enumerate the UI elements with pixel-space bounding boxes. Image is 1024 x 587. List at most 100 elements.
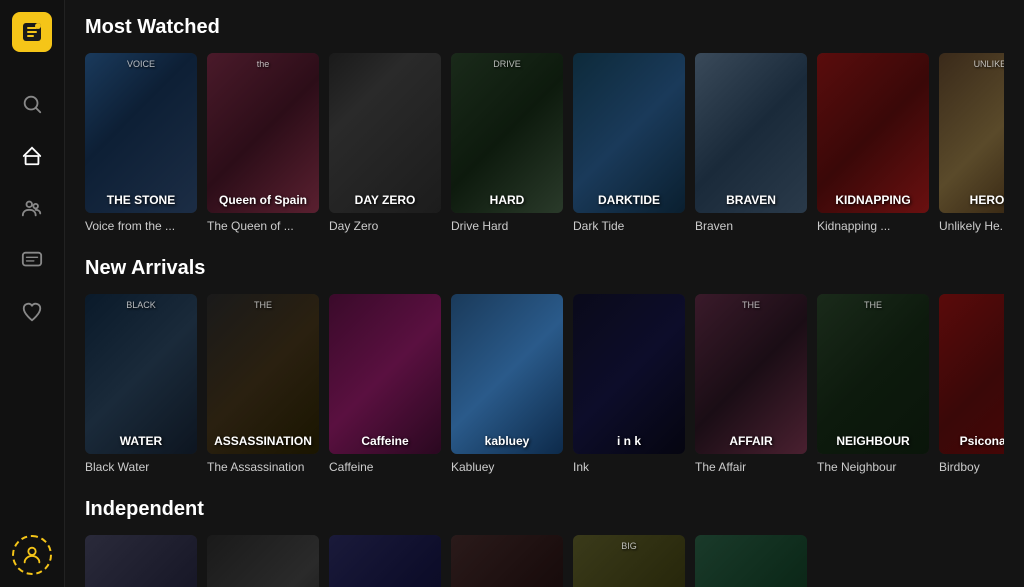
movie-poster-birdboy: Psiconautas: [939, 294, 1004, 454]
movie-poster-ind5: BIGMEETS BIGGER: [573, 535, 685, 587]
movie-poster-blackwater: BLACK WATER: [85, 294, 197, 454]
movie-card-ind2[interactable]: ...: [207, 535, 319, 587]
poster-bottom-label-queen: Queen of Spain: [207, 193, 319, 207]
section-title-independent: Independent: [85, 498, 1004, 521]
app-logo[interactable]: [12, 12, 52, 52]
movie-poster-affair: THE AFFAIR: [695, 294, 807, 454]
poster-bottom-label-dayzero: DAY ZERO: [329, 193, 441, 207]
movie-poster-ind6: [695, 535, 807, 587]
movie-card-unlikely[interactable]: UNLIKELYHEROES Unlikely He...: [939, 53, 1004, 233]
movie-poster-voice: VOICE THE STONE: [85, 53, 197, 213]
poster-bottom-label-voice: THE STONE: [85, 193, 197, 207]
movie-poster-braven: BRAVEN: [695, 53, 807, 213]
poster-bottom-label-ink: i n k: [573, 434, 685, 448]
movie-card-blackwater[interactable]: BLACK WATER Black Water: [85, 294, 197, 474]
movie-title-drivehard: Drive Hard: [451, 219, 563, 233]
poster-top-label-drivehard: DRIVE: [451, 59, 563, 69]
poster-bottom-label-darktide: DARKTIDE: [573, 193, 685, 207]
movie-poster-assassination: THE ASSASSINATION: [207, 294, 319, 454]
user-avatar[interactable]: [12, 535, 52, 575]
section-most-watched: Most Watched VOICE THE STONE Voice from the…: [85, 16, 1004, 233]
poster-top-label-voice: VOICE: [85, 59, 197, 69]
poster-bottom-label-braven: BRAVEN: [695, 193, 807, 207]
movie-poster-ind3: [329, 535, 441, 587]
movie-card-voice[interactable]: VOICE THE STONE Voice from the ...: [85, 53, 197, 233]
poster-bottom-label-kabluey: kabluey: [451, 434, 563, 448]
heart-icon[interactable]: [10, 290, 54, 334]
movie-poster-ind4: [451, 535, 563, 587]
movie-title-birdboy: Birdboy: [939, 460, 1004, 474]
movie-card-affair[interactable]: THE AFFAIR The Affair: [695, 294, 807, 474]
movie-card-kabluey[interactable]: kabluey Kabluey: [451, 294, 563, 474]
movie-poster-drivehard: DRIVE HARD: [451, 53, 563, 213]
movie-title-kabluey: Kabluey: [451, 460, 563, 474]
movie-card-kidnapping[interactable]: KIDNAPPING Kidnapping ...: [817, 53, 929, 233]
movie-title-kidnapping: Kidnapping ...: [817, 219, 929, 233]
movie-title-caffeine: Caffeine: [329, 460, 441, 474]
movie-poster-ink: i n k: [573, 294, 685, 454]
movie-poster-ind1: UNBROKEN: [85, 535, 197, 587]
movie-card-caffeine[interactable]: Caffeine Caffeine: [329, 294, 441, 474]
poster-bottom-label-drivehard: HARD: [451, 193, 563, 207]
poster-bottom-label-assassination: ASSASSINATION: [207, 434, 319, 448]
main-content: Most Watched VOICE THE STONE Voice from the…: [65, 0, 1024, 587]
home-icon[interactable]: [10, 134, 54, 178]
sidebar: [0, 0, 65, 587]
movie-card-dayzero[interactable]: DAY ZERO Day Zero: [329, 53, 441, 233]
poster-bottom-label-caffeine: Caffeine: [329, 434, 441, 448]
movie-poster-queen: the Queen of Spain: [207, 53, 319, 213]
movie-card-birdboy[interactable]: Psiconautas Birdboy: [939, 294, 1004, 474]
section-new-arrivals: New Arrivals BLACK WATER Black Water THE ASSA…: [85, 257, 1004, 474]
search-icon[interactable]: [10, 82, 54, 126]
movie-card-ind4[interactable]: ...: [451, 535, 563, 587]
poster-bottom-label-neighbour: NEIGHBOUR: [817, 434, 929, 448]
poster-top-label-neighbour: THE: [817, 300, 929, 310]
poster-top-label-affair: THE: [695, 300, 807, 310]
movie-poster-unlikely: UNLIKELYHEROES: [939, 53, 1004, 213]
movie-card-drivehard[interactable]: DRIVE HARD Drive Hard: [451, 53, 563, 233]
movie-poster-neighbour: THE NEIGHBOUR: [817, 294, 929, 454]
movie-title-blackwater: Black Water: [85, 460, 197, 474]
movie-row-most-watched: VOICE THE STONE Voice from the ... the Queen…: [85, 53, 1004, 233]
movie-card-assassination[interactable]: THE ASSASSINATION The Assassination: [207, 294, 319, 474]
poster-top-label-blackwater: BLACK: [85, 300, 197, 310]
movie-card-ind5[interactable]: BIGMEETS BIGGER...: [573, 535, 685, 587]
movie-title-unlikely: Unlikely He...: [939, 219, 1004, 233]
movie-poster-ind2: [207, 535, 319, 587]
poster-bottom-label-affair: AFFAIR: [695, 434, 807, 448]
section-independent: IndependentUNBROKENUnbroken.........BIGM…: [85, 498, 1004, 587]
chat-icon[interactable]: [10, 238, 54, 282]
section-title-most-watched: Most Watched: [85, 16, 1004, 39]
poster-top-label-queen: the: [207, 59, 319, 69]
movie-card-ind1[interactable]: UNBROKENUnbroken: [85, 535, 197, 587]
movie-poster-kabluey: kabluey: [451, 294, 563, 454]
movie-poster-caffeine: Caffeine: [329, 294, 441, 454]
poster-top-label-ind5: BIG: [573, 541, 685, 551]
movie-card-darktide[interactable]: DARKTIDE Dark Tide: [573, 53, 685, 233]
poster-bottom-label-blackwater: WATER: [85, 434, 197, 448]
movie-card-queen[interactable]: the Queen of Spain The Queen of ...: [207, 53, 319, 233]
movie-title-dayzero: Day Zero: [329, 219, 441, 233]
movie-poster-darktide: DARKTIDE: [573, 53, 685, 213]
movie-card-ind6[interactable]: ...: [695, 535, 807, 587]
users-icon[interactable]: [10, 186, 54, 230]
movie-card-ind3[interactable]: ...: [329, 535, 441, 587]
poster-bottom-label-birdboy: Psiconautas: [939, 434, 1004, 448]
movie-title-neighbour: The Neighbour: [817, 460, 929, 474]
movie-title-ink: Ink: [573, 460, 685, 474]
movie-title-queen: The Queen of ...: [207, 219, 319, 233]
poster-top-label-assassination: THE: [207, 300, 319, 310]
movie-title-affair: The Affair: [695, 460, 807, 474]
movie-title-voice: Voice from the ...: [85, 219, 197, 233]
movie-card-ink[interactable]: i n k Ink: [573, 294, 685, 474]
movie-poster-dayzero: DAY ZERO: [329, 53, 441, 213]
movie-poster-kidnapping: KIDNAPPING: [817, 53, 929, 213]
poster-top-label-unlikely: UNLIKELY: [939, 59, 1004, 69]
movie-card-braven[interactable]: BRAVENBraven: [695, 53, 807, 233]
movie-title-darktide: Dark Tide: [573, 219, 685, 233]
movie-row-independent: UNBROKENUnbroken.........BIGMEETS BIGGER…: [85, 535, 1004, 587]
movie-title-assassination: The Assassination: [207, 460, 319, 474]
movie-row-new-arrivals: BLACK WATER Black Water THE ASSASSINATION The…: [85, 294, 1004, 474]
movie-card-neighbour[interactable]: THE NEIGHBOUR The Neighbour: [817, 294, 929, 474]
section-title-new-arrivals: New Arrivals: [85, 257, 1004, 280]
